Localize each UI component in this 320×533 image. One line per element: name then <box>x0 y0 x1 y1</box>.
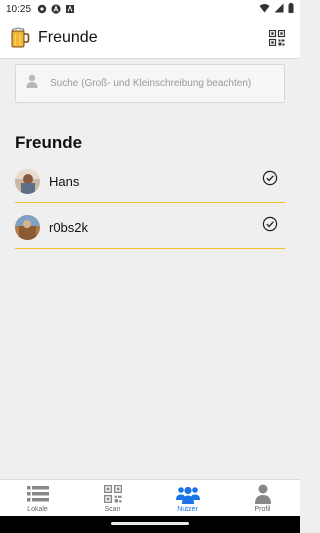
avatar <box>15 215 40 240</box>
nav-item-nutzer[interactable]: Nutzer <box>150 480 225 516</box>
qr-code-button[interactable] <box>264 25 290 51</box>
home-gesture-handle[interactable] <box>111 522 189 525</box>
friend-name: Hans <box>49 174 80 189</box>
beer-mug-icon <box>10 27 30 49</box>
section-heading: Freunde <box>15 133 83 152</box>
list-icon <box>26 484 50 504</box>
nav-label: Scan <box>104 506 121 513</box>
avatar <box>15 169 40 194</box>
settings-icon <box>37 4 47 14</box>
friend-row[interactable]: r0bs2k <box>15 207 285 249</box>
app-bar: Freunde <box>0 18 300 59</box>
gesture-bar <box>0 516 300 533</box>
qr-code-icon <box>101 484 125 504</box>
person-icon <box>251 484 275 504</box>
nav-item-scan[interactable]: Scan <box>75 480 150 516</box>
search-box <box>15 64 285 103</box>
battery-icon <box>288 2 294 16</box>
signal-icon <box>274 3 284 16</box>
app-a-icon <box>65 4 75 14</box>
bottom-navigation: Lokale Scan Nutzer Profil <box>0 479 300 516</box>
check-circle-icon <box>262 170 278 186</box>
nav-item-lokale[interactable]: Lokale <box>0 480 75 516</box>
page-title: Freunde <box>38 29 98 46</box>
friend-row[interactable]: Hans <box>15 161 285 203</box>
android-a-icon <box>51 4 61 14</box>
search-input[interactable] <box>50 78 274 89</box>
nav-item-profil[interactable]: Profil <box>225 480 300 516</box>
qr-code-icon <box>269 30 285 46</box>
person-icon <box>26 74 38 93</box>
nav-label: Lokale <box>27 506 48 513</box>
users-icon <box>175 484 200 504</box>
friend-name: r0bs2k <box>49 220 89 235</box>
status-time: 10:25 <box>6 3 32 15</box>
check-circle-icon <box>262 216 278 232</box>
nav-label: Nutzer <box>177 506 198 513</box>
wifi-icon <box>259 3 270 16</box>
nav-label: Profil <box>254 506 271 513</box>
status-bar: 10:25 <box>0 0 300 18</box>
